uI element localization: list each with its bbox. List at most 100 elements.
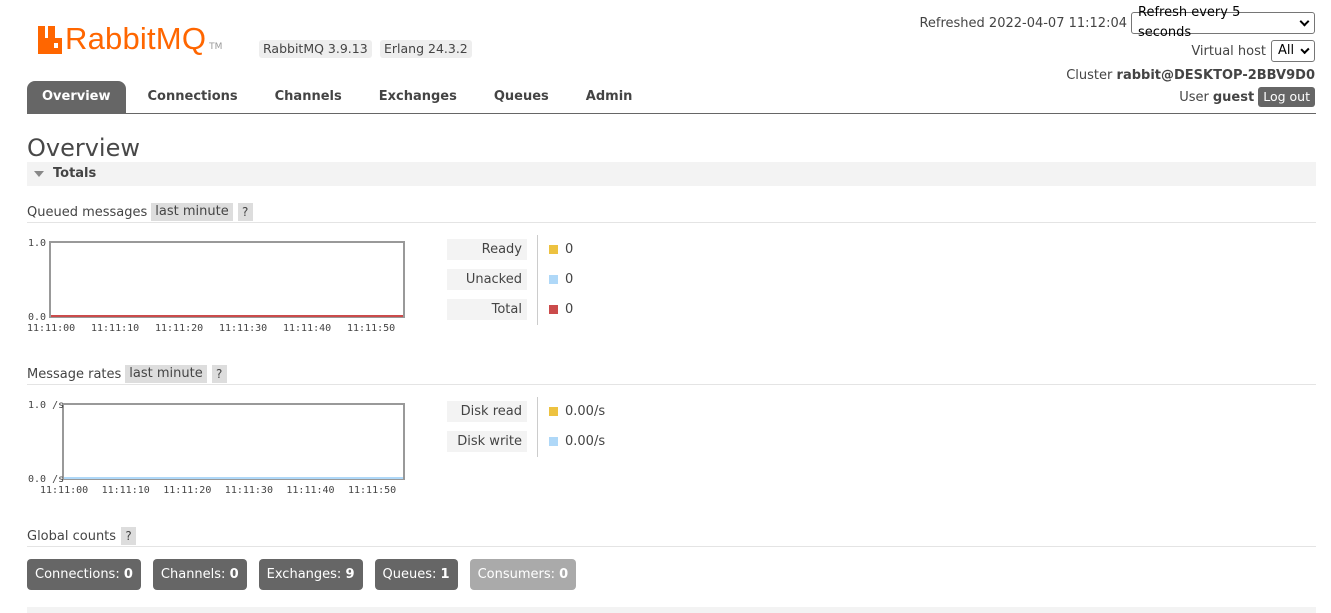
count-value: 1 <box>440 567 450 582</box>
x-tick-label: 11:11:30 <box>225 485 273 496</box>
queued-range-button[interactable]: last minute <box>151 203 233 221</box>
count-value: 9 <box>345 567 355 582</box>
tab-overview[interactable]: Overview <box>27 81 126 113</box>
totals-section-toggle[interactable]: Totals <box>27 162 1316 186</box>
channels-count-button[interactable]: Channels: 0 <box>152 559 247 590</box>
x-tick-label: 11:11:20 <box>155 323 203 334</box>
queued-messages-chart: 1.0 0.0 11:11:00 11:11:10 11:11:20 11:11:30… <box>27 238 405 334</box>
x-tick-label: 11:11:40 <box>286 485 334 496</box>
section-divider <box>27 546 1316 547</box>
tab-admin[interactable]: Admin <box>571 81 648 113</box>
legend-value: 0 <box>565 302 574 317</box>
legend-label: Total <box>447 299 527 320</box>
legend-label: Ready <box>447 239 527 260</box>
rates-help-button[interactable]: ? <box>211 365 227 383</box>
legend-swatch <box>549 245 558 254</box>
rates-range-button[interactable]: last minute <box>125 365 207 383</box>
legend-disk-write: Disk write 0.00/s <box>447 431 605 452</box>
chevron-down-icon <box>1299 16 1310 26</box>
legend-value: 0 <box>565 272 574 287</box>
refresh-row: Refreshed 2022-04-07 11:12:04 Refresh ev… <box>919 5 1315 40</box>
rabbitmq-logo-icon <box>38 26 62 54</box>
count-label: Exchanges: <box>266 567 342 582</box>
collapse-triangle-icon <box>34 171 44 177</box>
count-label: Channels: <box>160 567 226 582</box>
legend-ready: Ready 0 <box>447 239 573 260</box>
user-info: User guest Log out <box>1179 87 1315 107</box>
x-tick-label: 11:11:00 <box>27 323 75 334</box>
cluster-info: Cluster rabbit@DESKTOP-2BBV9D0 <box>1066 68 1315 83</box>
connections-count-button[interactable]: Connections: 0 <box>27 559 141 590</box>
count-value: 0 <box>123 567 133 582</box>
user-name: guest <box>1212 89 1255 105</box>
legend-swatch <box>549 275 558 284</box>
legend-label: Disk read <box>447 401 527 422</box>
tab-exchanges[interactable]: Exchanges <box>364 81 472 113</box>
message-rates-chart: 1.0 /s 0.0 /s 11:11:00 11:11:10 11:11:20 11… <box>28 400 405 496</box>
x-tick-label: 11:11:00 <box>40 485 88 496</box>
erlang-version-badge: Erlang 24.3.2 <box>380 40 472 58</box>
count-value: 0 <box>559 567 569 582</box>
message-rates-header: Message rates last minute ? <box>27 365 227 383</box>
vhost-row: Virtual host All <box>1191 40 1315 62</box>
legend-unacked: Unacked 0 <box>447 269 573 290</box>
x-tick-label: 11:11:50 <box>347 323 395 334</box>
logo-tm: TM <box>209 42 223 52</box>
consumers-count-button[interactable]: Consumers: 0 <box>469 559 577 590</box>
legend-value: 0.00/s <box>565 404 606 419</box>
queued-messages-title: Queued messages <box>27 204 148 220</box>
tab-connections[interactable]: Connections <box>133 81 253 113</box>
cluster-label: Cluster <box>1066 68 1113 83</box>
legend-swatch <box>549 305 558 314</box>
rabbitmq-logo[interactable]: RabbitMQ TM <box>38 21 223 56</box>
count-label: Connections: <box>35 567 120 582</box>
legend-label: Disk write <box>447 431 527 452</box>
totals-label: Totals <box>53 166 97 181</box>
x-tick-label: 11:11:30 <box>219 323 267 334</box>
x-tick-label: 11:11:10 <box>102 485 150 496</box>
cluster-name: rabbit@DESKTOP-2BBV9D0 <box>1116 68 1315 83</box>
queues-count-button[interactable]: Queues: 1 <box>374 559 458 590</box>
vhost-select[interactable]: All <box>1271 40 1315 62</box>
legend-label: Unacked <box>447 269 527 290</box>
chevron-down-icon <box>1300 44 1310 54</box>
queued-help-button[interactable]: ? <box>237 203 253 221</box>
vhost-label: Virtual host <box>1191 43 1266 59</box>
refresh-interval-select[interactable]: Refresh every 5 seconds <box>1131 5 1315 40</box>
y-tick-bottom: 0.0 <box>28 312 46 323</box>
count-label: Queues: <box>382 567 437 582</box>
section-divider <box>27 384 1316 385</box>
vhost-value: All <box>1278 43 1295 58</box>
main-tabs: Overview Connections Channels Exchanges … <box>27 81 654 113</box>
global-help-button[interactable]: ? <box>121 527 137 545</box>
global-counts-title: Global counts <box>27 528 117 544</box>
y-tick-top: 1.0 /s <box>28 400 64 411</box>
legend-total: Total 0 <box>447 299 573 320</box>
legend-disk-read: Disk read 0.00/s <box>447 401 605 422</box>
queued-messages-header: Queued messages last minute ? <box>27 203 253 221</box>
count-label: Consumers: <box>477 567 556 582</box>
legend-swatch <box>549 407 558 416</box>
x-tick-label: 11:11:50 <box>348 485 396 496</box>
y-tick-top: 1.0 <box>28 238 46 249</box>
user-label: User <box>1179 89 1209 105</box>
tab-divider <box>27 113 1316 114</box>
x-tick-label: 11:11:10 <box>91 323 139 334</box>
refresh-interval-value: Refresh every 5 seconds <box>1138 5 1241 40</box>
y-tick-bottom: 0.0 /s <box>28 474 64 485</box>
logout-button[interactable]: Log out <box>1258 87 1315 107</box>
page-title: Overview <box>27 134 140 162</box>
tab-channels[interactable]: Channels <box>260 81 357 113</box>
next-section-bar <box>27 607 1316 613</box>
legend-value: 0 <box>565 242 574 257</box>
tab-queues[interactable]: Queues <box>479 81 564 113</box>
section-divider <box>27 222 1316 223</box>
exchanges-count-button[interactable]: Exchanges: 9 <box>258 559 363 590</box>
x-tick-label: 11:11:40 <box>283 323 331 334</box>
count-value: 0 <box>229 567 239 582</box>
legend-swatch <box>549 437 558 446</box>
x-tick-label: 11:11:20 <box>163 485 211 496</box>
global-counts-header: Global counts ? <box>27 527 137 545</box>
refreshed-timestamp: Refreshed 2022-04-07 11:12:04 <box>919 15 1127 31</box>
logo-text: RabbitMQ <box>65 21 207 56</box>
